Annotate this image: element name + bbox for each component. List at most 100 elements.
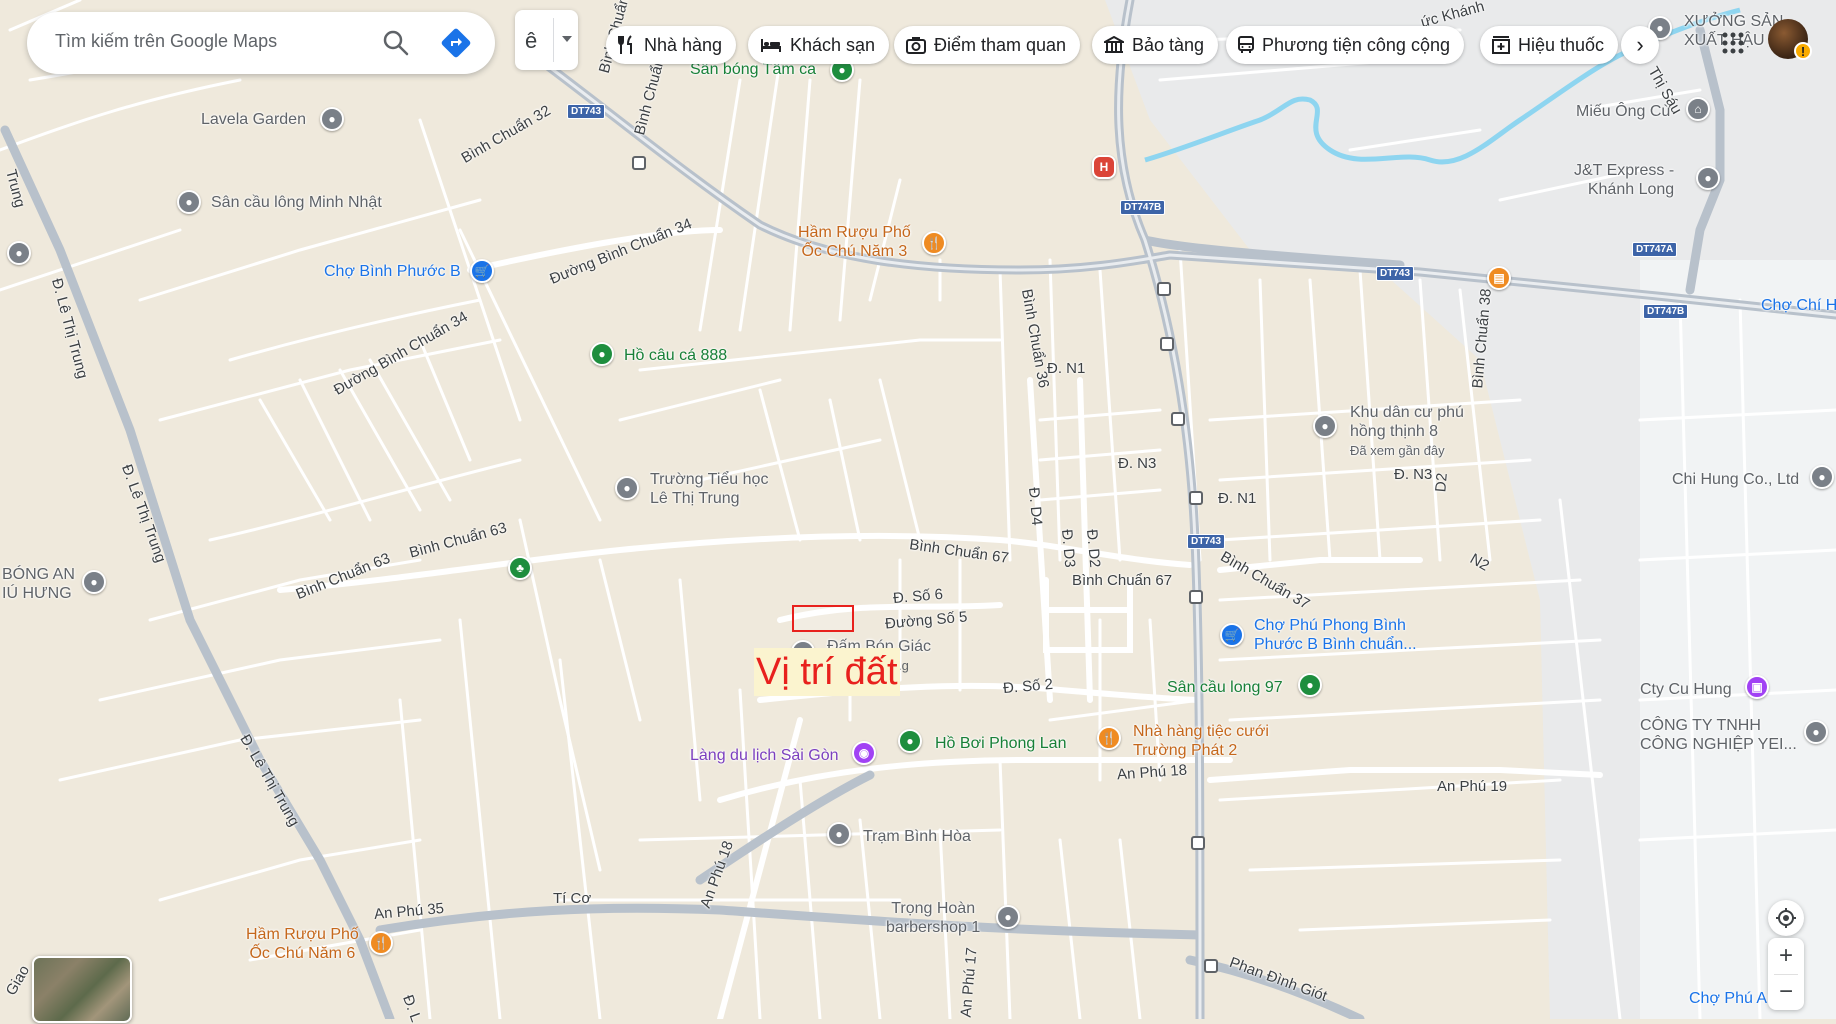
layer-dropdown[interactable]: ê — [515, 10, 578, 70]
divider — [553, 18, 554, 62]
chip-attractions[interactable]: Điểm tham quan — [894, 26, 1081, 64]
fork-knife-icon — [618, 35, 632, 54]
tree-marker-icon[interactable]: ♣ — [508, 556, 532, 580]
pharmacy-icon — [1492, 36, 1510, 54]
place-marker-icon[interactable]: ● — [996, 905, 1020, 929]
poi-nha-hang-tiec-cuoi[interactable]: Nhà hàng tiệc cưới Trường Phát 2 — [1133, 722, 1269, 760]
chip-label: Bảo tàng — [1132, 34, 1205, 55]
poi-ham-ruou-3[interactable]: Hầm Rượu Phố Ốc Chú Năm 3 — [798, 223, 911, 261]
poi-cho-phu-phong[interactable]: Chợ Phú Phong Bình Phước B Bình chuẩn... — [1254, 616, 1417, 654]
place-marker-icon[interactable]: ● — [1804, 720, 1828, 744]
poi-san-cau-long-97[interactable]: Sân cầu long 97 — [1167, 678, 1283, 697]
place-marker-icon[interactable]: ● — [82, 570, 106, 594]
route-shield: DT743 — [1376, 266, 1415, 281]
camera-marker-icon[interactable]: ◉ — [852, 741, 876, 765]
poi-line: BÓNG AN — [2, 566, 75, 583]
place-marker-icon[interactable]: ● — [320, 107, 344, 131]
apps-grid-icon[interactable] — [1720, 30, 1746, 56]
poi-chi-hung[interactable]: Chi Hung Co., Ltd — [1672, 470, 1799, 489]
chip-museums[interactable]: Bảo tàng — [1092, 26, 1219, 64]
poi-san-cau-long-minh-nhat[interactable]: Sân cầu lông Minh Nhật — [211, 193, 382, 212]
road-label: Đ. N1 — [1218, 490, 1257, 507]
poi-khu-dan-cu[interactable]: Khu dân cư phú hồng thịnh 8 Đã xem gần đ… — [1350, 403, 1464, 460]
poi-line: CÔNG TY TNHH — [1640, 717, 1761, 734]
bus-stop-icon[interactable] — [1191, 836, 1205, 850]
poi-ho-boi-phong-lan[interactable]: Hồ Bơi Phong Lan — [935, 734, 1066, 753]
poi-cong-ty[interactable]: CÔNG TY TNHH CÔNG NGHIỆP YEI... — [1640, 716, 1797, 754]
poi-lavela-garden[interactable]: Lavela Garden — [201, 110, 306, 129]
restaurant-marker-icon[interactable]: 🍴 — [1097, 726, 1121, 750]
poi-line: Hầm Rượu Phố — [246, 926, 359, 943]
fishing-marker-icon[interactable]: ● — [590, 342, 614, 366]
place-marker-icon[interactable]: ● — [1313, 414, 1337, 438]
poi-bong-an[interactable]: BÓNG AN IÚ HƯNG — [2, 565, 75, 603]
school-marker-icon[interactable]: ● — [615, 476, 639, 500]
route-shield: DT747A — [1632, 242, 1678, 257]
zoom-in-button[interactable]: + — [1768, 938, 1804, 974]
chip-label: Điểm tham quan — [934, 34, 1067, 55]
chip-pharmacy[interactable]: Hiệu thuốc — [1480, 26, 1619, 64]
poi-cty-cu-hung[interactable]: Cty Cu Hung — [1640, 680, 1732, 699]
poi-line: Chợ Phú Phong Bình — [1254, 617, 1406, 634]
poi-line: Hầm Rượu Phố — [798, 224, 911, 241]
shopping-marker-icon[interactable]: ▤ — [1487, 266, 1511, 290]
bus-stop-icon[interactable] — [1189, 491, 1203, 505]
poi-line: J&T Express - — [1574, 162, 1675, 179]
poi-cho-binh-phuoc-b[interactable]: Chợ Bình Phước B — [324, 262, 461, 281]
search-box — [27, 12, 495, 74]
poi-mieu-ong-cu[interactable]: Miếu Ông Cù — [1576, 102, 1670, 121]
chips-next-button[interactable]: › — [1621, 26, 1659, 64]
temple-marker-icon[interactable]: ⌂ — [1686, 97, 1710, 121]
chip-restaurants[interactable]: Nhà hàng — [606, 26, 737, 64]
swim-marker-icon[interactable]: ● — [898, 729, 922, 753]
chip-label: Nhà hàng — [644, 34, 723, 55]
bus-icon — [1238, 36, 1254, 53]
building-marker-icon[interactable]: ▣ — [1745, 675, 1769, 699]
road-label: D2 — [1432, 472, 1451, 493]
poi-tram-binh-hoa[interactable]: Trạm Bình Hòa — [863, 827, 971, 846]
school-marker-icon[interactable]: ● — [7, 241, 31, 265]
search-icon[interactable] — [381, 28, 411, 58]
hospital-icon[interactable]: H — [1092, 155, 1116, 179]
bus-stop-icon[interactable] — [632, 156, 646, 170]
shopping-cart-icon[interactable]: 🛒 — [470, 259, 494, 283]
chip-transit[interactable]: Phương tiện công cộng — [1226, 26, 1464, 64]
bed-icon — [761, 39, 781, 52]
sports-marker-icon[interactable]: ● — [1298, 673, 1322, 697]
map-canvas[interactable] — [0, 0, 1836, 1019]
restaurant-marker-icon[interactable]: 🍴 — [369, 931, 393, 955]
restaurant-marker-icon[interactable]: 🍴 — [922, 231, 946, 255]
poi-line: Ốc Chú Năm 3 — [801, 243, 908, 260]
poi-line: Ốc Chú Năm 6 — [249, 945, 356, 962]
road-label: An Phú 19 — [1437, 778, 1508, 795]
directions-icon[interactable] — [439, 26, 473, 60]
poi-line: Nhà hàng tiệc cưới — [1133, 723, 1269, 740]
poi-lang-du-lich[interactable]: Làng du lịch Sài Gòn — [690, 746, 839, 765]
place-marker-icon[interactable]: ● — [1696, 166, 1720, 190]
poi-cho-chi-h[interactable]: Chợ Chí H — [1761, 296, 1836, 315]
bus-stop-icon[interactable] — [1160, 337, 1174, 351]
land-plot-highlight — [792, 605, 854, 632]
poi-truong-tieu-hoc[interactable]: Trường Tiểu học Lê Thị Trung — [650, 470, 768, 508]
zoom-out-button[interactable]: − — [1768, 974, 1804, 1010]
poi-ho-cau-ca[interactable]: Hồ câu cá 888 — [624, 346, 727, 365]
bus-stop-icon[interactable] — [1171, 412, 1185, 426]
poi-cho-phu-an[interactable]: Chợ Phú An — [1689, 989, 1776, 1008]
place-marker-icon[interactable]: ● — [1810, 465, 1834, 489]
bus-stop-icon[interactable] — [1157, 282, 1171, 296]
shopping-cart-icon[interactable]: 🛒 — [1220, 623, 1244, 647]
poi-jt-express[interactable]: J&T Express - Khánh Long — [1574, 161, 1674, 199]
chip-label: Phương tiện công cộng — [1262, 34, 1450, 55]
poi-trong-hoan[interactable]: Trọng Hoàn barbershop 1 — [886, 899, 980, 937]
my-location-button[interactable] — [1768, 900, 1804, 936]
place-marker-icon[interactable]: ● — [177, 190, 201, 214]
bus-stop-icon[interactable] — [1204, 959, 1218, 973]
road-label: Đ. N1 — [1047, 360, 1086, 377]
chip-hotels[interactable]: Khách sạn — [748, 26, 890, 64]
satellite-layer-toggle[interactable] — [32, 956, 132, 1023]
search-input[interactable] — [55, 31, 375, 52]
poi-ham-ruou-6[interactable]: Hầm Rượu Phố Ốc Chú Năm 6 — [246, 925, 359, 963]
place-marker-icon[interactable]: ● — [827, 822, 851, 846]
land-plot-label: Vị trí đất — [754, 648, 900, 696]
bus-stop-icon[interactable] — [1189, 590, 1203, 604]
